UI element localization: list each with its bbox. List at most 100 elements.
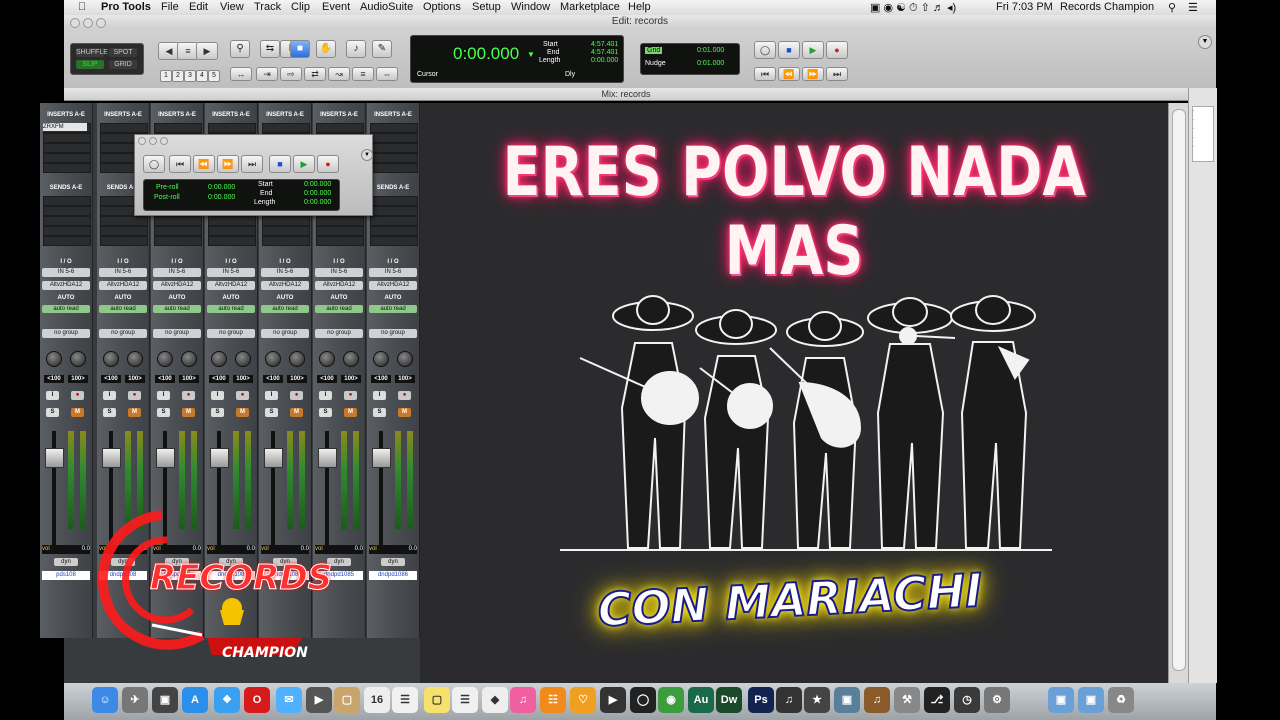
- group-selector[interactable]: no group: [369, 329, 417, 338]
- output-selector[interactable]: AltvzHDA12: [42, 281, 90, 290]
- automation-mode-selector[interactable]: auto read: [153, 305, 201, 313]
- record-arm-button[interactable]: ●: [128, 391, 141, 400]
- solo-button[interactable]: S: [265, 408, 278, 417]
- slip-mode-button[interactable]: SLIP: [76, 60, 104, 69]
- zoom-preset-4[interactable]: 4: [196, 70, 208, 82]
- grid-mode-button[interactable]: GRID: [109, 60, 137, 69]
- pan-right-knob[interactable]: [289, 351, 305, 367]
- menu-setup[interactable]: Setup: [472, 1, 501, 13]
- play-button[interactable]: ▶: [802, 41, 824, 59]
- send-slot[interactable]: [262, 226, 310, 236]
- pan-right-value[interactable]: 100>: [233, 375, 253, 383]
- solo-button[interactable]: S: [103, 408, 116, 417]
- pan-left-value[interactable]: <100: [371, 375, 391, 383]
- automation-follows-icon[interactable]: ≡: [352, 67, 374, 81]
- menu-clip[interactable]: Clip: [291, 1, 310, 13]
- menu-pro-tools[interactable]: Pro Tools: [101, 1, 151, 13]
- transport-minimize-button[interactable]: [149, 137, 157, 145]
- length-value[interactable]: 0:00.000: [591, 57, 618, 64]
- send-slot[interactable]: [370, 196, 418, 206]
- fast-forward-button[interactable]: ⏩: [802, 67, 824, 81]
- pan-left-value[interactable]: <100: [44, 375, 64, 383]
- automation-mode-selector[interactable]: auto read: [261, 305, 309, 313]
- dyn-button[interactable]: dyn: [54, 558, 78, 566]
- volume-fader[interactable]: [372, 448, 391, 468]
- send-slot[interactable]: [100, 226, 148, 236]
- audition-icon[interactable]: Au: [688, 687, 714, 713]
- calendar-icon[interactable]: 16: [364, 687, 390, 713]
- insert-slot[interactable]: [43, 153, 91, 163]
- inserts-label[interactable]: INSERTS A-E: [259, 112, 311, 118]
- spotlight-icon[interactable]: ⚲: [1168, 1, 1176, 14]
- system-prefs-icon[interactable]: ⚙: [984, 687, 1010, 713]
- pan-right-knob[interactable]: [70, 351, 86, 367]
- notes-icon[interactable]: ☰: [392, 687, 418, 713]
- send-slot[interactable]: [316, 226, 364, 236]
- output-selector[interactable]: AltvzHDA12: [207, 281, 255, 290]
- input-selector[interactable]: IN 5-6: [42, 268, 90, 277]
- grabber-tool-icon[interactable]: ✋: [316, 40, 336, 58]
- automation-mode-selector[interactable]: auto read: [99, 305, 147, 313]
- pan-right-value[interactable]: 100>: [68, 375, 88, 383]
- menu-edit[interactable]: Edit: [189, 1, 208, 13]
- send-slot[interactable]: [262, 216, 310, 226]
- group-selector[interactable]: no group: [42, 329, 90, 338]
- apple-icon[interactable]: : [78, 1, 86, 13]
- mute-button[interactable]: M: [398, 408, 411, 417]
- rewind-button[interactable]: ⏪: [778, 67, 800, 81]
- group-selector[interactable]: no group: [207, 329, 255, 338]
- send-slot[interactable]: [154, 216, 202, 226]
- mirror-midi-icon[interactable]: ↝: [328, 67, 350, 81]
- mute-button[interactable]: M: [128, 408, 141, 417]
- tools-icon[interactable]: ⚒: [894, 687, 920, 713]
- trim-tool-icon[interactable]: ⇆: [260, 40, 280, 58]
- scrubber-tool-icon[interactable]: ♪: [346, 40, 366, 58]
- insert-slot[interactable]: [43, 143, 91, 153]
- pan-right-knob[interactable]: [181, 351, 197, 367]
- input-selector[interactable]: IN 5-6: [153, 268, 201, 277]
- send-slot[interactable]: [208, 216, 256, 226]
- send-slot[interactable]: [43, 226, 91, 236]
- record-button[interactable]: ●: [826, 41, 848, 59]
- photos-icon[interactable]: ◆: [482, 687, 508, 713]
- volume-readout[interactable]: vol 0.0: [369, 545, 417, 554]
- pan-right-knob[interactable]: [235, 351, 251, 367]
- record-arm-button[interactable]: ●: [398, 391, 411, 400]
- volume-fader[interactable]: [45, 448, 64, 468]
- pan-left-knob[interactable]: [46, 351, 62, 367]
- mute-button[interactable]: M: [182, 408, 195, 417]
- online-button[interactable]: ◯: [754, 41, 776, 59]
- insert-slot[interactable]: [43, 163, 91, 173]
- transport-end-button[interactable]: ⏭: [241, 155, 263, 173]
- transport-stop-button[interactable]: ■: [269, 155, 291, 173]
- return-to-zero-button[interactable]: ⏮: [754, 67, 776, 81]
- status-icons[interactable]: ▣ ◉ ☯ ⏱ ⇧ ♬ ◂): [870, 1, 956, 15]
- menu-help[interactable]: Help: [628, 1, 651, 13]
- transport-end-value[interactable]: 0:00.000: [304, 190, 331, 197]
- input-selector[interactable]: IN 5-6: [207, 268, 255, 277]
- pan-right-knob[interactable]: [343, 351, 359, 367]
- mute-button[interactable]: M: [290, 408, 303, 417]
- insert-slot[interactable]: [370, 123, 418, 133]
- input-monitor-button[interactable]: I: [157, 391, 170, 400]
- nudge-value[interactable]: 0:01.000: [697, 60, 724, 67]
- zoom-in-button[interactable]: ▶: [196, 42, 218, 60]
- final-cut-icon[interactable]: ▶: [600, 687, 626, 713]
- solo-button[interactable]: S: [319, 408, 332, 417]
- downloads-icon[interactable]: ▣: [1078, 687, 1104, 713]
- postroll-value[interactable]: 0:00.000: [208, 194, 235, 201]
- mix-scrollbar[interactable]: [1168, 103, 1189, 683]
- mute-button[interactable]: M: [71, 408, 84, 417]
- send-slot[interactable]: [100, 236, 148, 246]
- notification-icon[interactable]: ☰: [1188, 1, 1198, 14]
- go-to-end-button[interactable]: ⏭: [826, 67, 848, 81]
- automation-mode-selector[interactable]: auto read: [315, 305, 363, 313]
- sends-label[interactable]: SENDS A-E: [40, 185, 92, 191]
- output-selector[interactable]: AltvzHDA12: [153, 281, 201, 290]
- start-value[interactable]: 4:57.401: [591, 41, 618, 48]
- menu-user[interactable]: Records Champion: [1060, 1, 1154, 13]
- vol-value[interactable]: 0.0: [409, 545, 417, 554]
- zoom-preset-3[interactable]: 3: [184, 70, 196, 82]
- menu-file[interactable]: File: [161, 1, 179, 13]
- pan-left-value[interactable]: <100: [263, 375, 283, 383]
